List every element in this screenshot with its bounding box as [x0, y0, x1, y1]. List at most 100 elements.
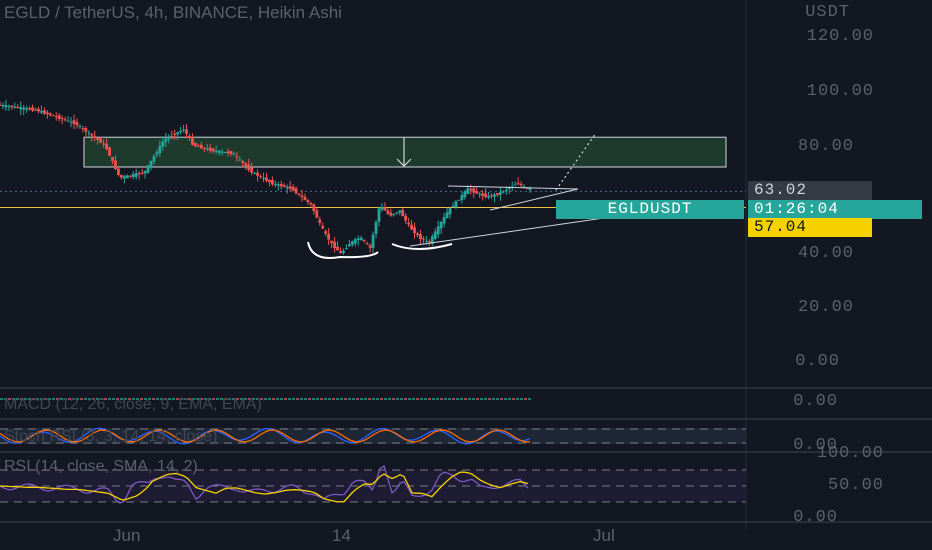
candle-body: [442, 217, 446, 224]
candle-body: [214, 151, 218, 153]
candle-body: [247, 164, 251, 170]
support-price-badge: 57.04: [748, 218, 872, 237]
stoch-rsi-label: Stoch RSI (3, 3, 14, 14, close): [4, 428, 218, 445]
candle-body: [34, 109, 37, 111]
candle-body: [208, 147, 212, 151]
macd-label: MACD (12, 26, close, 9, EMA, EMA): [4, 396, 262, 413]
candle-body: [356, 238, 360, 240]
candle-body: [164, 138, 168, 142]
candle-body: [40, 111, 43, 113]
candle-body: [490, 195, 493, 197]
macd-bar: [432, 398, 435, 400]
candle-body: [318, 219, 322, 223]
macd-bar: [376, 398, 379, 400]
candle-body: [362, 240, 366, 242]
candle-body: [451, 206, 455, 208]
macd-bar: [344, 398, 347, 400]
candle-body: [330, 240, 334, 244]
candle-body: [202, 147, 206, 149]
macd-bar: [484, 398, 487, 400]
candle-body: [262, 177, 265, 179]
macd-bar: [416, 398, 419, 400]
ticker-badge[interactable]: EGLDUSDT: [556, 200, 744, 219]
candle-body: [481, 193, 485, 196]
candle-body: [365, 243, 369, 245]
macd-bar: [460, 398, 463, 400]
candle-body: [475, 191, 479, 194]
macd-bar: [372, 398, 375, 400]
candle-body: [0, 104, 2, 106]
candle-body: [182, 129, 185, 131]
candle-body: [194, 143, 197, 147]
candle-body: [350, 241, 354, 245]
candle-body: [161, 141, 165, 147]
macd-bar: [524, 398, 527, 400]
candle-body: [271, 180, 274, 185]
candle-body: [347, 244, 351, 247]
macd-bar: [356, 398, 359, 400]
macd-bar: [264, 398, 267, 400]
candle-body: [78, 125, 82, 127]
x-tick-label: 14: [332, 526, 351, 545]
candle-body: [294, 188, 298, 194]
candle-body: [469, 188, 473, 191]
macd-bar: [348, 398, 351, 400]
candle-body: [66, 120, 70, 122]
macd-bar: [492, 398, 495, 400]
candle-body: [244, 163, 248, 167]
candle-body: [342, 250, 345, 254]
candle-body: [37, 108, 40, 112]
candle-body: [84, 128, 88, 132]
macd-bar: [500, 398, 503, 400]
candle-body: [501, 191, 505, 193]
candle-body: [404, 215, 408, 221]
macd-bar: [472, 398, 475, 400]
candle-body: [90, 133, 94, 136]
candle-body: [253, 172, 257, 174]
candle-body: [13, 106, 17, 108]
candle-body: [463, 191, 467, 198]
macd-bar: [360, 398, 363, 400]
candle-body: [81, 128, 85, 130]
candle-body: [454, 201, 458, 208]
candle-body: [309, 203, 313, 205]
candle-body: [472, 188, 476, 193]
candle-body: [484, 193, 487, 198]
candle-body: [22, 107, 26, 110]
candle-body: [422, 238, 425, 240]
candle-body: [433, 231, 437, 239]
macd-bar: [320, 398, 323, 400]
candle-body: [386, 210, 390, 214]
candle-body: [424, 240, 428, 242]
rsi-tick: 100.00: [816, 444, 884, 463]
macd-bar: [340, 398, 343, 400]
candle-body: [43, 110, 46, 114]
candle-body: [191, 136, 194, 145]
candle-body: [54, 116, 58, 118]
candle-body: [522, 186, 526, 188]
candle-body: [285, 186, 289, 189]
macd-bar: [300, 398, 303, 400]
candle-body: [507, 187, 511, 190]
candle-body: [146, 165, 150, 173]
candle-body: [368, 245, 372, 248]
candle-body: [303, 196, 307, 201]
macd-bar: [380, 398, 383, 400]
candle-body: [427, 241, 431, 243]
y-tick-label: 0.00: [795, 352, 840, 371]
candle-body: [170, 136, 174, 138]
candle-body: [185, 129, 188, 134]
candle-body: [125, 175, 129, 179]
candle-body: [28, 108, 32, 110]
candle-body: [268, 179, 271, 183]
rsi-tick: 50.00: [827, 476, 884, 495]
macd-bar: [384, 398, 387, 400]
macd-bar: [296, 398, 299, 400]
candle-body: [265, 177, 268, 181]
macd-bar: [452, 398, 455, 400]
macd-bar: [504, 398, 507, 400]
candle-body: [496, 193, 499, 196]
current-price-badge: 63.02: [748, 181, 872, 200]
candle-body: [149, 160, 153, 167]
candle-body: [282, 185, 286, 187]
